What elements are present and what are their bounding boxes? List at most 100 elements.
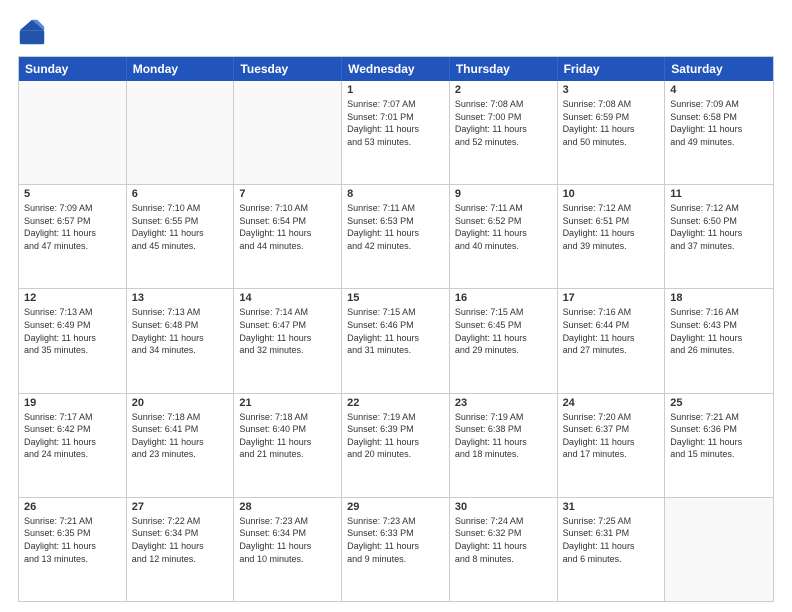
day-number: 19 [24,397,121,409]
cal-cell-15: 15 Sunrise: 7:15 AM Sunset: 6:46 PM Dayli… [342,289,450,392]
cal-cell-26: 26Sunrise: 7:21 AM Sunset: 6:35 PM Dayli… [19,498,127,601]
day-number: 23 [455,397,552,409]
day-info: Sunrise: 7:12 AM Sunset: 6:51 PM Dayligh… [563,202,660,252]
day-info: Sunrise: 7:07 AM Sunset: 7:01 PM Dayligh… [347,98,444,148]
day-info: Sunrise: 7:18 AM Sunset: 6:40 PM Dayligh… [239,411,336,461]
day-number: 7 [239,188,336,200]
day-info: Sunrise: 7:18 AM Sunset: 6:41 PM Dayligh… [132,411,229,461]
day-info: Sunrise: 7:20 AM Sunset: 6:37 PM Dayligh… [563,411,660,461]
cal-cell-29: 29 Sunrise: 7:23 AM Sunset: 6:33 PM Dayli… [342,498,450,601]
day-number: 4 [670,84,768,96]
day-number: 17 [563,292,660,304]
cal-cell-7: 7 Sunrise: 7:10 AM Sunset: 6:54 PM Daylig… [234,185,342,288]
day-info: Sunrise: 7:15 AM Sunset: 6:45 PM Dayligh… [455,306,552,356]
header [18,18,774,46]
day-info: Sunrise: 7:09 AM Sunset: 6:58 PM Dayligh… [670,98,768,148]
day-number: 10 [563,188,660,200]
day-info: Sunrise: 7:11 AM Sunset: 6:53 PM Dayligh… [347,202,444,252]
day-number: 3 [563,84,660,96]
cal-row-3: 12 Sunrise: 7:13 AM Sunset: 6:49 PM Dayli… [19,288,773,392]
day-info: Sunrise: 7:19 AM Sunset: 6:39 PM Dayligh… [347,411,444,461]
day-info: Sunrise: 7:08 AM Sunset: 7:00 PM Dayligh… [455,98,552,148]
day-number: 8 [347,188,444,200]
logo [18,18,50,46]
day-number: 16 [455,292,552,304]
day-info: Sunrise: 7:13 AM Sunset: 6:49 PM Dayligh… [24,306,121,356]
cal-row-2: 5 Sunrise: 7:09 AM Sunset: 6:57 PM Daylig… [19,184,773,288]
cal-cell-24: 24 Sunrise: 7:20 AM Sunset: 6:37 PM Dayli… [558,394,666,497]
day-number: 31 [563,501,660,513]
day-number: 9 [455,188,552,200]
day-number: 18 [670,292,768,304]
cal-cell-11: 11 Sunrise: 7:12 AM Sunset: 6:50 PM Dayli… [665,185,773,288]
cal-cell-19: 19 Sunrise: 7:17 AM Sunset: 6:42 PM Dayli… [19,394,127,497]
day-info: Sunrise: 7:23 AM Sunset: 6:34 PM Dayligh… [239,515,336,565]
day-number: 22 [347,397,444,409]
page: SundayMondayTuesdayWednesdayThursdayFrid… [0,0,792,612]
cal-cell-4: 4 Sunrise: 7:09 AM Sunset: 6:58 PM Daylig… [665,81,773,184]
day-info: Sunrise: 7:22 AM Sunset: 6:34 PM Dayligh… [132,515,229,565]
cal-header-saturday: Saturday [665,57,773,81]
cal-cell-empty-0-2 [234,81,342,184]
day-number: 24 [563,397,660,409]
cal-cell-27: 27 Sunrise: 7:22 AM Sunset: 6:34 PM Dayli… [127,498,235,601]
day-info: Sunrise: 7:17 AM Sunset: 6:42 PM Dayligh… [24,411,121,461]
calendar: SundayMondayTuesdayWednesdayThursdayFrid… [18,56,774,602]
cal-cell-13: 13Sunrise: 7:13 AM Sunset: 6:48 PM Dayli… [127,289,235,392]
cal-header-wednesday: Wednesday [342,57,450,81]
cal-cell-21: 21 Sunrise: 7:18 AM Sunset: 6:40 PM Dayli… [234,394,342,497]
cal-cell-10: 10 Sunrise: 7:12 AM Sunset: 6:51 PM Dayli… [558,185,666,288]
cal-header-tuesday: Tuesday [234,57,342,81]
day-number: 6 [132,188,229,200]
cal-cell-23: 23Sunrise: 7:19 AM Sunset: 6:38 PM Dayli… [450,394,558,497]
cal-cell-28: 28Sunrise: 7:23 AM Sunset: 6:34 PM Dayli… [234,498,342,601]
cal-row-1: 1 Sunrise: 7:07 AM Sunset: 7:01 PM Daylig… [19,81,773,184]
cal-cell-3: 3 Sunrise: 7:08 AM Sunset: 6:59 PM Daylig… [558,81,666,184]
day-number: 30 [455,501,552,513]
day-info: Sunrise: 7:16 AM Sunset: 6:43 PM Dayligh… [670,306,768,356]
calendar-header-row: SundayMondayTuesdayWednesdayThursdayFrid… [19,57,773,81]
day-info: Sunrise: 7:09 AM Sunset: 6:57 PM Dayligh… [24,202,121,252]
day-info: Sunrise: 7:12 AM Sunset: 6:50 PM Dayligh… [670,202,768,252]
day-number: 12 [24,292,121,304]
cal-cell-17: 17Sunrise: 7:16 AM Sunset: 6:44 PM Dayli… [558,289,666,392]
cal-header-thursday: Thursday [450,57,558,81]
cal-cell-empty-0-1 [127,81,235,184]
day-number: 27 [132,501,229,513]
cal-cell-16: 16 Sunrise: 7:15 AM Sunset: 6:45 PM Dayli… [450,289,558,392]
day-info: Sunrise: 7:13 AM Sunset: 6:48 PM Dayligh… [132,306,229,356]
cal-cell-1: 1 Sunrise: 7:07 AM Sunset: 7:01 PM Daylig… [342,81,450,184]
day-info: Sunrise: 7:14 AM Sunset: 6:47 PM Dayligh… [239,306,336,356]
cal-row-5: 26Sunrise: 7:21 AM Sunset: 6:35 PM Dayli… [19,497,773,601]
cal-cell-6: 6 Sunrise: 7:10 AM Sunset: 6:55 PM Daylig… [127,185,235,288]
day-number: 15 [347,292,444,304]
day-info: Sunrise: 7:10 AM Sunset: 6:55 PM Dayligh… [132,202,229,252]
day-info: Sunrise: 7:24 AM Sunset: 6:32 PM Dayligh… [455,515,552,565]
day-number: 1 [347,84,444,96]
day-info: Sunrise: 7:21 AM Sunset: 6:36 PM Dayligh… [670,411,768,461]
day-number: 5 [24,188,121,200]
cal-header-friday: Friday [558,57,666,81]
cal-cell-5: 5 Sunrise: 7:09 AM Sunset: 6:57 PM Daylig… [19,185,127,288]
cal-cell-8: 8 Sunrise: 7:11 AM Sunset: 6:53 PM Daylig… [342,185,450,288]
day-info: Sunrise: 7:25 AM Sunset: 6:31 PM Dayligh… [563,515,660,565]
day-number: 11 [670,188,768,200]
day-info: Sunrise: 7:10 AM Sunset: 6:54 PM Dayligh… [239,202,336,252]
cal-cell-empty-4-6 [665,498,773,601]
day-number: 25 [670,397,768,409]
calendar-body: 1 Sunrise: 7:07 AM Sunset: 7:01 PM Daylig… [19,81,773,601]
day-number: 14 [239,292,336,304]
day-number: 2 [455,84,552,96]
cal-cell-14: 14 Sunrise: 7:14 AM Sunset: 6:47 PM Dayli… [234,289,342,392]
cal-cell-25: 25 Sunrise: 7:21 AM Sunset: 6:36 PM Dayli… [665,394,773,497]
day-info: Sunrise: 7:08 AM Sunset: 6:59 PM Dayligh… [563,98,660,148]
cal-cell-20: 20Sunrise: 7:18 AM Sunset: 6:41 PM Dayli… [127,394,235,497]
logo-icon [18,18,46,46]
day-number: 21 [239,397,336,409]
day-number: 29 [347,501,444,513]
cal-row-4: 19 Sunrise: 7:17 AM Sunset: 6:42 PM Dayli… [19,393,773,497]
day-info: Sunrise: 7:11 AM Sunset: 6:52 PM Dayligh… [455,202,552,252]
day-info: Sunrise: 7:23 AM Sunset: 6:33 PM Dayligh… [347,515,444,565]
day-info: Sunrise: 7:15 AM Sunset: 6:46 PM Dayligh… [347,306,444,356]
cal-header-sunday: Sunday [19,57,127,81]
